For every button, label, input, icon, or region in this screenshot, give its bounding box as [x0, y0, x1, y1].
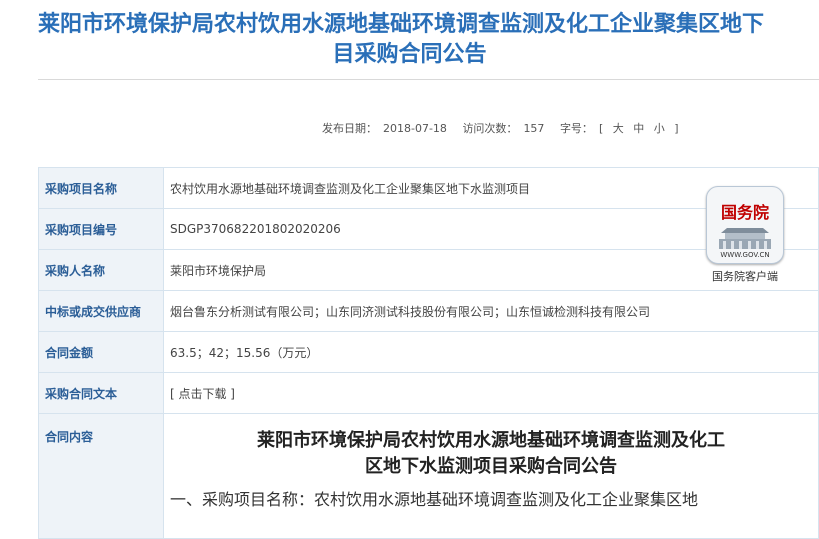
badge-name: 国务院 — [720, 203, 769, 222]
contract-title-line2: 区地下水监测项目采购合同公告 — [365, 456, 617, 477]
contract-paragraph: 一、采购项目名称：农村饮用水源地基础环境调查监测及化工企业聚集区地 — [170, 490, 699, 509]
gov-app-badge[interactable]: 国务院 WWW.GOV.CN 国务院客户端 — [704, 186, 786, 284]
row-label: 采购项目名称 — [38, 167, 164, 209]
row-label: 合同内容 — [38, 413, 164, 539]
procurement-info-table: 采购项目名称 农村饮用水源地基础环境调查监测及化工企业聚集区地下水监测项目 采购… — [38, 167, 819, 539]
row-label: 采购人名称 — [38, 249, 164, 291]
gov-app-icon: 国务院 WWW.GOV.CN — [706, 186, 784, 264]
table-row: 采购项目编号 SDGP370682201802020206 — [38, 208, 819, 250]
supplier-value: 烟台鲁东分析测试有限公司；山东同济测试科技股份有限公司；山东恒诚检测科技有限公司 — [163, 290, 819, 332]
table-row: 采购人名称 莱阳市环境保护局 — [38, 249, 819, 291]
page-title: 莱阳市环境保护局农村饮用水源地基础环境调查监测及化工企业聚集区地下 目采购合同公… — [0, 10, 819, 70]
font-size-large-link[interactable]: 大 — [613, 122, 624, 135]
view-count: 访问次数： 157 — [462, 122, 545, 135]
contract-content: 莱阳市环境保护局农村饮用水源地基础环境调查监测及化工 区地下水监测项目采购合同公… — [163, 413, 819, 539]
font-size-control: 字号：[ 大 中 小 ] — [559, 122, 679, 135]
table-row: 合同金额 63.5；42；15.56（万元） — [38, 331, 819, 373]
row-label: 采购项目编号 — [38, 208, 164, 250]
contract-amount-value: 63.5；42；15.56（万元） — [163, 331, 819, 373]
article-meta: 发布日期： 2018-07-18 访问次数： 157 字号：[ 大 中 小 ] — [322, 120, 691, 136]
contract-title-line1: 莱阳市环境保护局农村饮用水源地基础环境调查监测及化工 — [257, 430, 725, 451]
table-row: 采购合同文本 [ 点击下载 ] — [38, 372, 819, 414]
contract-document: 莱阳市环境保护局农村饮用水源地基础环境调查监测及化工 区地下水监测项目采购合同公… — [170, 428, 812, 510]
font-size-medium-link[interactable]: 中 — [633, 122, 644, 135]
row-label: 合同金额 — [38, 331, 164, 373]
font-size-small-link[interactable]: 小 — [654, 122, 665, 135]
page-title-line2: 目采购合同公告 — [332, 42, 487, 67]
publish-date: 发布日期： 2018-07-18 — [322, 122, 447, 135]
table-row: 合同内容 莱阳市环境保护局农村饮用水源地基础环境调查监测及化工 区地下水监测项目… — [38, 413, 819, 539]
table-row: 采购项目名称 农村饮用水源地基础环境调查监测及化工企业聚集区地下水监测项目 — [38, 167, 819, 209]
download-link[interactable]: [ 点击下载 ] — [163, 372, 819, 414]
row-label: 采购合同文本 — [38, 372, 164, 414]
badge-caption: 国务院客户端 — [712, 270, 778, 283]
badge-url: WWW.GOV.CN — [720, 251, 770, 259]
building-icon — [719, 228, 771, 249]
title-divider — [38, 79, 819, 80]
row-label: 中标或成交供应商 — [38, 290, 164, 332]
table-row: 中标或成交供应商 烟台鲁东分析测试有限公司；山东同济测试科技股份有限公司；山东恒… — [38, 290, 819, 332]
page-title-line1: 莱阳市环境保护局农村饮用水源地基础环境调查监测及化工企业聚集区地下 — [38, 12, 765, 37]
